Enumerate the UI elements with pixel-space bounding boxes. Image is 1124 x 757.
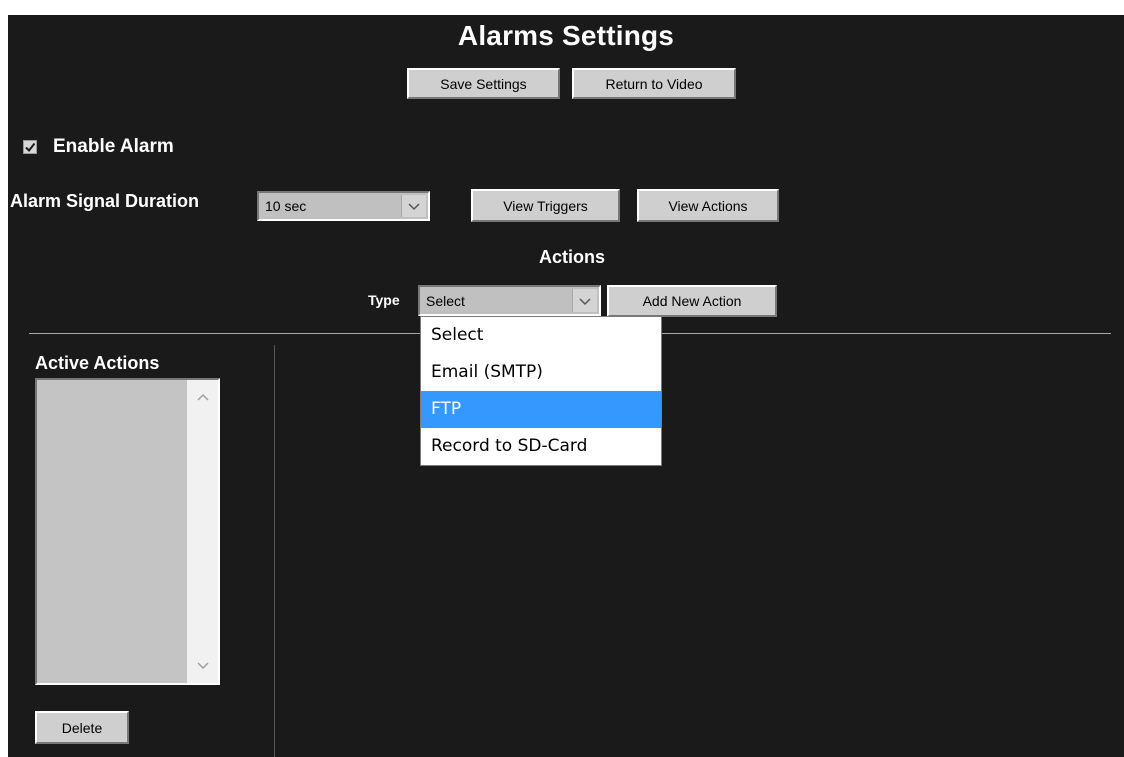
page-title: Alarms Settings [457, 20, 675, 51]
enable-alarm-checkbox[interactable] [23, 140, 37, 154]
actions-heading: Actions [538, 247, 605, 267]
enable-alarm-label: Enable Alarm [53, 136, 174, 157]
checkmark-icon [25, 142, 36, 153]
type-label: Type [368, 292, 400, 308]
chevron-down-icon[interactable] [187, 653, 218, 677]
dropdown-option-email-smtp[interactable]: Email (SMTP) [421, 354, 661, 391]
return-to-video-button[interactable]: Return to Video [572, 68, 736, 99]
dropdown-option-record-sd-card[interactable]: Record to SD-Card [421, 428, 661, 465]
alarms-settings-panel: Alarms Settings Save Settings Return to … [8, 15, 1124, 757]
chevron-down-icon[interactable] [401, 195, 426, 217]
save-settings-button[interactable]: Save Settings [407, 68, 560, 99]
active-actions-scrollbar[interactable] [187, 380, 218, 683]
type-select-value: Select [426, 292, 465, 309]
enable-alarm-row: Enable Alarm [23, 133, 174, 161]
active-actions-list[interactable] [35, 378, 220, 685]
chevron-up-icon[interactable] [187, 386, 218, 410]
dropdown-option-ftp[interactable]: FTP [421, 391, 661, 428]
action-type-dropdown[interactable]: Select Email (SMTP) FTP Record to SD-Car… [420, 316, 662, 466]
add-new-action-button[interactable]: Add New Action [607, 285, 777, 317]
chevron-down-icon[interactable] [572, 289, 597, 312]
active-actions-label: Active Actions [35, 353, 160, 373]
alarm-signal-duration-select[interactable]: 10 sec [257, 191, 430, 221]
action-type-select[interactable]: Select [418, 285, 601, 316]
dropdown-option-select[interactable]: Select [421, 317, 661, 354]
duration-select-value: 10 sec [265, 198, 307, 214]
column-divider [274, 345, 275, 757]
view-triggers-button[interactable]: View Triggers [471, 189, 620, 222]
alarm-signal-duration-label: Alarm Signal Duration [10, 191, 200, 211]
view-actions-button[interactable]: View Actions [637, 189, 779, 222]
delete-button[interactable]: Delete [35, 711, 129, 744]
